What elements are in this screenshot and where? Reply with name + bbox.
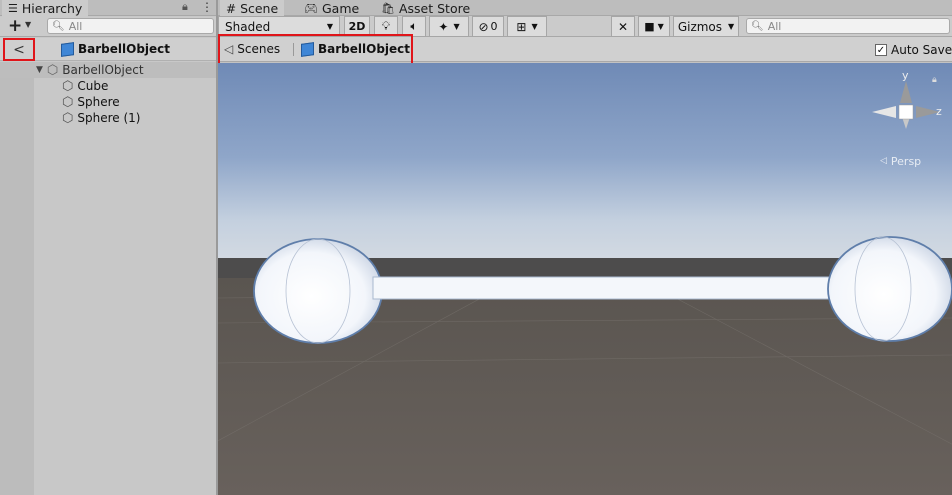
hidden-count: 0 (490, 20, 498, 33)
hierarchy-item-label: Cube (77, 79, 109, 93)
scene-panel: # Scene 🎮︎ Game 🛍︎ Asset Store Shaded ▼ … (218, 0, 952, 495)
back-button-label: < (13, 41, 25, 58)
checkbox-icon: ✓ (875, 44, 887, 56)
breadcrumb-separator (293, 43, 294, 56)
breadcrumb-scenes[interactable]: ◁ Scenes (224, 41, 280, 57)
gameobject-icon: ⬡ (62, 94, 74, 110)
projection-toggle[interactable]: ◁ Persp (880, 153, 921, 169)
camera-dropdown[interactable]: ■ ▼ (638, 16, 670, 37)
scene-icon: ◁ (224, 42, 234, 56)
prefab-cube-icon (301, 41, 314, 57)
effects-icon: ✦ (438, 19, 449, 34)
gameobject-icon: ⬡ (62, 110, 74, 126)
tab-scene-label: Scene (240, 1, 279, 16)
hierarchy-item-sphere-1[interactable]: ⬡ Sphere (1) (62, 110, 140, 126)
prefab-title: BarbellObject (61, 41, 170, 57)
hierarchy-search-input[interactable]: 🔍︎ All (47, 18, 214, 34)
lightbulb-icon: 💡︎ (381, 19, 391, 33)
hierarchy-item-label: Sphere (1) (77, 111, 141, 125)
search-icon: 🔍︎ (52, 20, 65, 32)
hierarchy-tab-label: Hierarchy (21, 1, 83, 16)
tab-game[interactable]: 🎮︎ Game (298, 0, 365, 17)
projection-label: Persp (890, 154, 922, 168)
tab-asset-store-label: Asset Store (398, 1, 471, 16)
toggle-2d-label: 2D (348, 20, 366, 33)
chevron-down-icon: ▼ (531, 22, 538, 31)
shading-label: Shaded (225, 19, 271, 34)
scene-viewport[interactable]: y z 🔒︎ ◁ Persp (218, 63, 952, 495)
grid-icon: # (226, 1, 237, 16)
speaker-icon: 🔈︎ (410, 19, 418, 33)
gizmo-lock-icon[interactable]: 🔒︎ (932, 75, 937, 85)
toggle-2d-button[interactable]: 2D (344, 16, 370, 37)
perspective-icon: ◁ (880, 156, 887, 166)
gizmo-y-label: y (902, 69, 909, 82)
gameobject-icon: ⬡ (46, 62, 59, 78)
hierarchy-gutter (0, 62, 34, 495)
hierarchy-item-cube[interactable]: ⬡ Cube (62, 78, 108, 94)
chevron-down-icon: ▼ (728, 22, 735, 31)
auto-save-label: Auto Save (891, 43, 952, 57)
tab-asset-store[interactable]: 🛍︎ Asset Store (375, 0, 476, 17)
eye-slash-icon: ⊘ (478, 19, 489, 34)
hierarchy-item-label: Sphere (77, 95, 120, 109)
gizmo-z-label: z (936, 105, 942, 118)
chevron-down-icon: ▼ (326, 22, 333, 31)
right-sphere (827, 236, 952, 342)
breadcrumb-prefab[interactable]: BarbellObject (301, 41, 410, 57)
hierarchy-item-sphere[interactable]: ⬡ Sphere (62, 94, 120, 110)
scene-search-placeholder: All (767, 19, 782, 33)
auto-save-toggle[interactable]: ✓ Auto Save (875, 42, 952, 58)
list-icon: ☰ (8, 2, 18, 15)
scene-search-input[interactable]: 🔍︎ All (746, 18, 950, 34)
expand-arrow-icon: ▼ (36, 65, 43, 75)
tab-game-label: Game (321, 1, 360, 16)
chevron-down-icon[interactable]: ▼ (25, 20, 31, 29)
breadcrumb-scenes-label: Scenes (237, 42, 281, 56)
grid-snap-icon: ⊞ (516, 19, 527, 34)
grid-dropdown[interactable]: ⊞ ▼ (507, 16, 547, 37)
chevron-down-icon: ▼ (453, 22, 460, 31)
prefab-title-label: BarbellObject (78, 42, 171, 56)
effects-dropdown[interactable]: ✦ ▼ (429, 16, 469, 37)
tools-icon: ✕ (617, 19, 629, 34)
prefab-cube-icon (61, 41, 74, 57)
back-button[interactable]: < (3, 38, 35, 61)
hierarchy-item-label: BarbellObject (62, 63, 144, 77)
gameobject-icon: ⬡ (62, 78, 74, 94)
orientation-gizmo[interactable]: y z 🔒︎ ◁ Persp (866, 67, 946, 177)
audio-toggle[interactable]: 🔈︎ (402, 16, 426, 37)
tools-button[interactable]: ✕ (611, 16, 635, 37)
hierarchy-tab[interactable]: ☰ Hierarchy (2, 0, 89, 17)
chevron-down-icon: ▼ (657, 22, 664, 31)
gamepad-icon: 🎮︎ (304, 2, 318, 15)
hierarchy-search-placeholder: All (68, 19, 83, 33)
tab-scene[interactable]: # Scene (220, 0, 285, 17)
shading-dropdown[interactable]: Shaded ▼ (218, 16, 340, 37)
scene-render (218, 63, 952, 495)
left-sphere (253, 238, 383, 344)
more-options-icon[interactable]: ⋮ (201, 0, 213, 14)
hierarchy-root-item[interactable]: ▼ ⬡ BarbellObject (36, 62, 144, 78)
camera-icon: ■ (644, 20, 655, 33)
lock-icon[interactable]: 🔒︎ (182, 0, 188, 14)
breadcrumb-prefab-label: BarbellObject (318, 42, 411, 56)
hidden-objects-toggle[interactable]: ⊘ 0 (472, 16, 504, 37)
shopping-bag-icon: 🛍︎ (381, 2, 395, 15)
hierarchy-panel: ☰ Hierarchy 🔒︎ ⋮ + ▼ 🔍︎ All < BarbellObj… (0, 0, 216, 495)
gizmos-dropdown[interactable]: Gizmos ▼ (673, 16, 739, 37)
search-icon: 🔍︎ (751, 20, 764, 32)
cube-bar (372, 276, 848, 300)
create-icon[interactable]: + (8, 16, 22, 36)
gizmos-label: Gizmos (677, 19, 723, 34)
lighting-toggle[interactable]: 💡︎ (374, 16, 398, 37)
